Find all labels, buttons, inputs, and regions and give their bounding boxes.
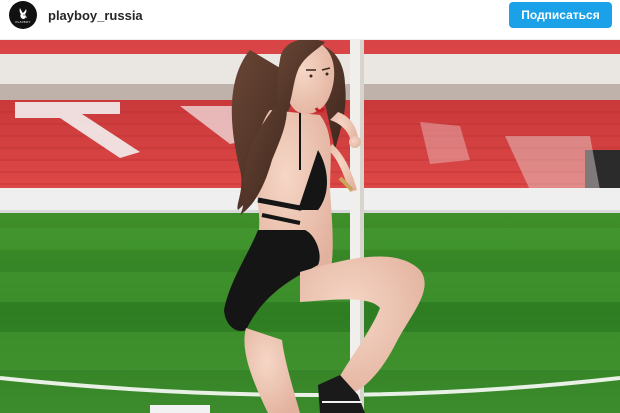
follow-button[interactable]: Подписаться xyxy=(509,2,612,28)
photo-image xyxy=(0,40,620,413)
username-link[interactable]: playboy_russia xyxy=(48,8,143,23)
avatar-logo-text: PLAYBOY xyxy=(15,20,31,24)
avatar[interactable]: PLAYBOY xyxy=(9,1,37,29)
post-header: PLAYBOY playboy_russia Подписаться xyxy=(0,0,620,40)
post-photo[interactable] xyxy=(0,40,620,413)
